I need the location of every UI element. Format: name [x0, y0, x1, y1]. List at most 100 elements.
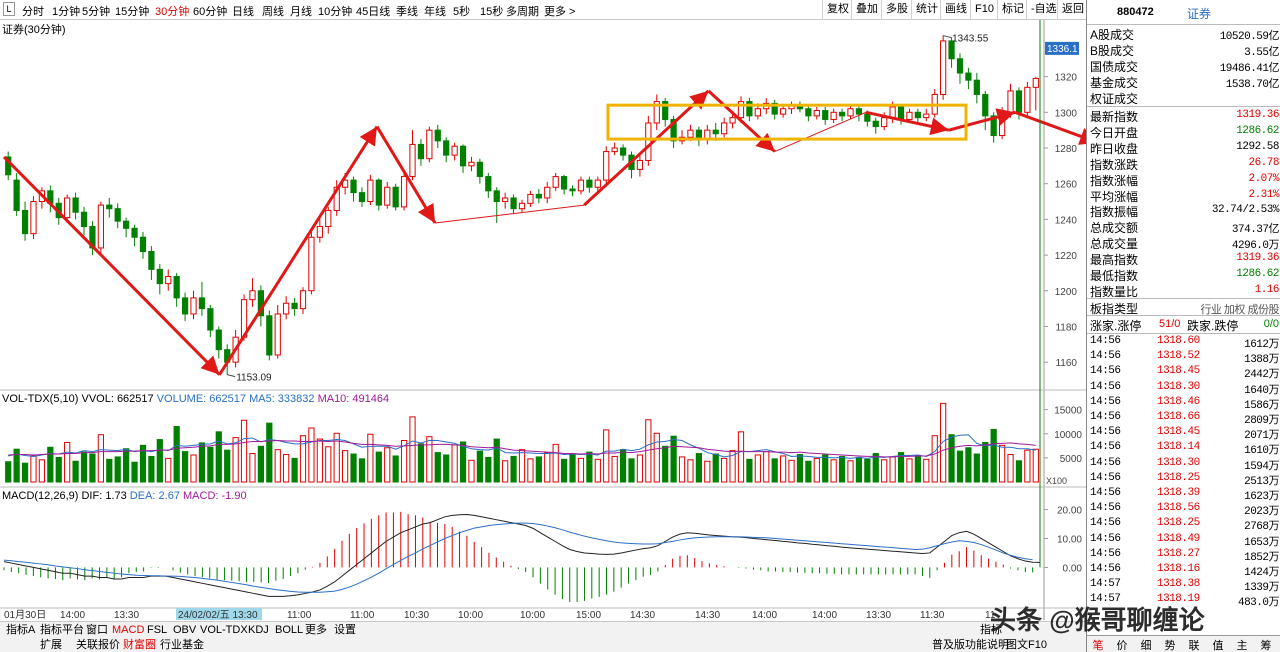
candle-body	[426, 129, 433, 160]
tick-time: 14:56	[1090, 365, 1121, 378]
extension-tab[interactable]: 扩展	[38, 638, 64, 652]
toolbar-button[interactable]: 多股	[881, 0, 911, 20]
board-type-row: 板指类型 行业 加权 成份股	[1087, 299, 1280, 316]
candle-body	[358, 192, 366, 203]
volume-bar	[207, 446, 214, 483]
vvol-value: VVOL: 662517	[81, 393, 154, 405]
volume-bar	[55, 456, 62, 483]
tick-time: 14:56	[1090, 441, 1121, 454]
panel-tab[interactable]: 笔	[1089, 637, 1107, 652]
period-tab[interactable]: 日线	[232, 3, 254, 19]
volume-bar	[704, 460, 711, 483]
toolbar-button[interactable]: 叠加	[851, 0, 881, 20]
period-tab[interactable]: 多周期	[506, 3, 539, 19]
period-tab[interactable]: 5秒	[453, 3, 470, 19]
down-count-value: 0/0	[1263, 318, 1279, 330]
volume-bar	[459, 441, 467, 483]
period-tab[interactable]: 更多 >	[544, 3, 575, 19]
panel-tab[interactable]: 细	[1137, 637, 1155, 652]
period-tab[interactable]: 季线	[396, 3, 418, 19]
panel-tab[interactable]: 势	[1161, 637, 1179, 652]
chart-area[interactable]: 1160 1180 1200 1220 1240 1260 1280 1300 1320 1336…	[0, 20, 1086, 620]
period-tab[interactable]: 45日线	[356, 3, 390, 19]
panel-tab[interactable]: 筹	[1257, 637, 1275, 652]
macd-tick-label: 10.00	[1057, 534, 1082, 545]
indicator-tab[interactable]: 窗口	[84, 623, 110, 637]
panel-tab[interactable]: 主	[1233, 637, 1251, 652]
period-tab[interactable]: 年线	[424, 3, 446, 19]
toolbar-button[interactable]: 复权	[822, 0, 851, 20]
candle-body	[266, 315, 273, 356]
indicator-tab[interactable]: 指标A	[4, 623, 37, 637]
volume-bar	[746, 458, 753, 483]
stat-value: 2.07%	[1248, 172, 1279, 185]
toolbar-button[interactable]: 返回	[1057, 0, 1086, 20]
toolbar-button[interactable]: 统计	[911, 0, 940, 20]
volume-bar	[434, 452, 441, 483]
panel-tab[interactable]: 值	[1209, 637, 1227, 652]
candle-body	[106, 204, 113, 210]
time-axis-label: 10:00	[458, 610, 483, 620]
stat-value: 1286.62	[1236, 124, 1279, 137]
panel-tab[interactable]: 联	[1185, 637, 1203, 652]
indicator-tab[interactable]: BOLL	[273, 623, 305, 637]
price-tick-label: 1180	[1055, 322, 1077, 333]
panel-tab[interactable]: 价	[1113, 637, 1131, 652]
candle-body	[805, 108, 812, 117]
vol-indicator-name[interactable]: VOL-TDX(5,10)	[2, 393, 78, 405]
toolbar-button[interactable]: 标记	[997, 0, 1026, 20]
time-axis-label: 13:30	[866, 610, 891, 620]
index-stat-row: 指数涨幅 2.07%	[1087, 171, 1280, 188]
help-link[interactable]: 普及版功能说明	[930, 638, 1011, 652]
indicator-tab[interactable]: 更多	[303, 623, 329, 637]
f10-link[interactable]: 图文F10	[1004, 638, 1049, 652]
layout-toggle-icon[interactable]: L	[3, 2, 15, 16]
period-tab[interactable]: 15分钟	[115, 3, 149, 19]
toolbar-button[interactable]: F10	[970, 0, 997, 20]
volume-bar	[788, 459, 795, 483]
extension-tab[interactable]: 关联报价	[74, 638, 122, 652]
period-tab[interactable]: 30分钟	[155, 3, 189, 19]
period-tab[interactable]: 5分钟	[82, 3, 110, 19]
volume-bar	[325, 446, 332, 483]
volume-value: VOLUME: 662517	[156, 393, 246, 405]
period-tab[interactable]: 月线	[290, 3, 312, 19]
volume-bar	[106, 458, 113, 483]
index-name[interactable]: 证券	[1187, 5, 1211, 22]
indicator-tab[interactable]: 设置	[332, 623, 358, 637]
period-tab[interactable]: 分时	[22, 3, 44, 19]
stat-value: 1292.58	[1236, 140, 1279, 153]
toolbar-button[interactable]: 画线	[940, 0, 970, 20]
period-tab[interactable]: 10分钟	[318, 3, 352, 19]
period-tab[interactable]: 60分钟	[193, 3, 227, 19]
turnover-row: 国债成交 19486.41亿	[1087, 57, 1280, 75]
tick-price: 1318.25	[1157, 517, 1200, 530]
turnover-row: A股成交 10520.59亿	[1087, 25, 1280, 43]
indicator-tab[interactable]: MACD	[110, 623, 146, 637]
indicator-tab[interactable]: 指标平台	[38, 623, 86, 637]
period-tab[interactable]: 周线	[262, 3, 284, 19]
dea-value: DEA: 2.67	[129, 490, 180, 502]
candle-body	[400, 176, 408, 208]
stat-value: 1319.36	[1236, 252, 1279, 265]
toolbar-button[interactable]: -自选	[1026, 0, 1057, 20]
indicator-tab[interactable]: OBV	[171, 623, 198, 637]
extension-tab[interactable]: 财富圈	[121, 638, 158, 652]
macd-indicator-name[interactable]: MACD(12,26,9)	[2, 490, 78, 502]
volume-bar	[948, 434, 955, 483]
turnover-row: 权证成交	[1087, 89, 1280, 106]
tick-time: 14:56	[1090, 502, 1121, 515]
volume-bar	[611, 455, 618, 483]
volume-bar	[1015, 460, 1023, 483]
candle-body	[434, 129, 441, 142]
indicator-tab[interactable]: VOL-TDX	[198, 623, 250, 637]
volume-bar	[535, 456, 542, 483]
extension-tab[interactable]: 行业基金	[158, 638, 206, 652]
indicator-tab[interactable]: KDJ	[246, 623, 271, 637]
trend-stroke	[774, 111, 867, 153]
period-tab[interactable]: 15秒	[480, 3, 503, 19]
period-tab[interactable]: 1分钟	[52, 3, 80, 19]
tick-row: 14:56 1318.45 2442万	[1087, 364, 1280, 381]
volume-bar	[569, 454, 576, 483]
indicator-tab[interactable]: FSL	[145, 623, 169, 637]
